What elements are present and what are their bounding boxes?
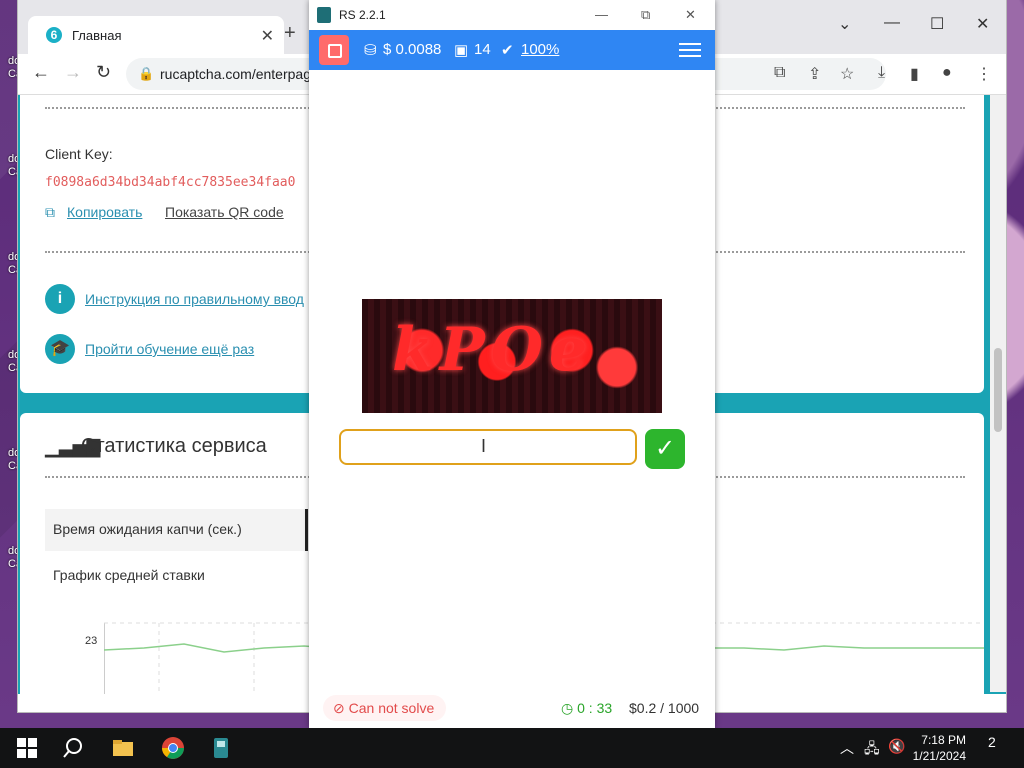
stats-tab-wait-time[interactable]: Время ожидания капчи (сек.) [45, 509, 308, 551]
clock-date: 1/21/2024 [912, 749, 966, 763]
images-icon: ▣ [454, 42, 469, 59]
search-icon[interactable] [60, 735, 86, 761]
translate-icon[interactable]: ⧉ [774, 64, 785, 82]
tab-title: Главная [72, 28, 122, 43]
lock-icon: 🔒 [138, 66, 155, 81]
clock-icon: ◷ [561, 700, 574, 716]
chart-title: График средней ставки [53, 567, 205, 583]
balance-value: $ 0.0088 [383, 41, 442, 58]
share-icon[interactable]: ⇪ [808, 64, 821, 84]
hamburger-menu-icon[interactable] [679, 39, 701, 61]
desktop-icons: do Ca do Ca do Ca do Ca do Ca do Ca [0, 55, 22, 643]
captcha-text: kPOe [392, 315, 594, 385]
timer: ◷ 0 : 33 [561, 700, 612, 717]
taskbar: ︿ 🖧 🔇 7:18 PM 1/21/2024 2 [0, 728, 1024, 768]
training-link[interactable]: Пройти обучение ещё раз [85, 341, 254, 357]
cancel-circle-icon: ⊘ [333, 700, 345, 716]
close-window-button[interactable]: ✕ [976, 14, 989, 34]
maximize-button[interactable]: ☐ [930, 14, 944, 34]
desktop-icon-label[interactable]: do Ca [8, 55, 22, 81]
back-icon[interactable]: ← [32, 62, 50, 83]
clock[interactable]: 7:18 PM 1/21/2024 [913, 732, 966, 764]
price-rate: $0.2 / 1000 [629, 700, 700, 716]
minimize-button[interactable]: — [884, 14, 900, 32]
rs-window-title: RS 2.2.1 [339, 8, 386, 22]
reload-icon[interactable]: ↻ [96, 62, 111, 83]
stats-tab-label: Время ожидания капчи (сек.) [53, 521, 242, 537]
site-favicon-icon: 6 [46, 27, 62, 43]
tab-search-chevron-icon[interactable]: ⌄ [838, 14, 851, 34]
desktop-icon-label[interactable]: do Ca [8, 349, 22, 375]
file-explorer-icon[interactable] [110, 735, 136, 761]
side-panel-icon[interactable]: ▮ [910, 64, 919, 84]
client-key-label: Client Key: [45, 146, 113, 162]
stop-button[interactable] [319, 35, 349, 65]
show-qr-link[interactable]: Показать QR code [165, 204, 284, 220]
close-tab-icon[interactable]: ✕ [261, 26, 274, 46]
rs-status-bar: ⛁ $ 0.0088 ▣ 14 ✔ 100% [309, 30, 715, 70]
text-cursor-icon: I [481, 436, 487, 456]
notification-count: 2 [988, 734, 996, 750]
stats-title: Статистика сервиса [81, 435, 267, 457]
rs-taskbar-icon[interactable] [208, 735, 234, 761]
rs-restore-button[interactable]: ⧉ [641, 7, 650, 23]
tab-main[interactable]: 6 Главная ✕ [28, 16, 284, 54]
submit-check-button[interactable]: ✓ [645, 429, 685, 469]
url-text: rucaptcha.com/enterpag [160, 66, 311, 82]
rating-link[interactable]: 100% [521, 41, 559, 58]
captcha-answer-input[interactable] [339, 429, 637, 465]
rating-check-icon: ✔ [501, 42, 514, 59]
copy-icon[interactable]: ⧉ [45, 204, 55, 221]
desktop-icon-label[interactable]: do Ca [8, 153, 22, 179]
cannot-solve-label: Can not solve [348, 700, 435, 716]
chrome-icon[interactable] [160, 735, 186, 761]
menu-kebab-icon[interactable]: ⋮ [976, 64, 992, 84]
volume-muted-icon[interactable]: 🔇 [888, 738, 905, 755]
profile-icon[interactable]: ● [942, 64, 952, 82]
desktop-icon-label[interactable]: do Ca [8, 545, 22, 571]
bookmark-star-icon[interactable]: ☆ [840, 64, 854, 84]
rs-app-icon [317, 7, 331, 23]
rs-close-button[interactable]: ✕ [685, 7, 696, 23]
scrollbar-thumb[interactable] [994, 348, 1002, 432]
rs-footer: ⊘ Can not solve ◷ 0 : 33 $0.2 / 1000 [309, 688, 715, 728]
clock-time: 7:18 PM [921, 733, 966, 747]
graduation-cap-icon: 🎓 [45, 334, 75, 364]
download-icon[interactable]: ⤓ [878, 64, 885, 82]
chevron-up-icon[interactable]: ︿ [840, 738, 854, 758]
copy-link[interactable]: Копировать [67, 204, 142, 220]
instruction-link[interactable]: Инструкция по правильному ввод [85, 291, 304, 307]
chart-tick-label: 23 [85, 635, 98, 647]
rs-minimize-button[interactable]: — [595, 7, 608, 22]
client-key-value: f0898a6d34bd34abf4cc7835ee34faa0 [45, 175, 296, 190]
rs-titlebar: RS 2.2.1 — ⧉ ✕ [309, 0, 715, 31]
page-scrollbar[interactable] [990, 95, 1006, 692]
balance-icon: ⛁ [364, 42, 377, 59]
new-tab-button[interactable]: + [284, 22, 296, 45]
rs-app-window: RS 2.2.1 — ⧉ ✕ ⛁ $ 0.0088 ▣ 14 ✔ 100% kP… [309, 0, 715, 728]
info-icon: i [45, 284, 75, 314]
forward-icon[interactable]: → [64, 62, 82, 83]
cannot-solve-button[interactable]: ⊘ Can not solve [323, 695, 447, 721]
desktop-icon-label[interactable]: do Ca [8, 447, 22, 473]
captcha-image: kPOe [362, 299, 662, 413]
windows-start-icon[interactable] [14, 735, 40, 761]
timer-value: 0 : 33 [577, 700, 613, 716]
desktop-icon-label[interactable]: do Ca [8, 251, 22, 277]
network-icon[interactable]: 🖧 [864, 738, 880, 762]
notifications-icon[interactable]: 2 [988, 734, 1014, 760]
images-count: 14 [474, 41, 491, 58]
